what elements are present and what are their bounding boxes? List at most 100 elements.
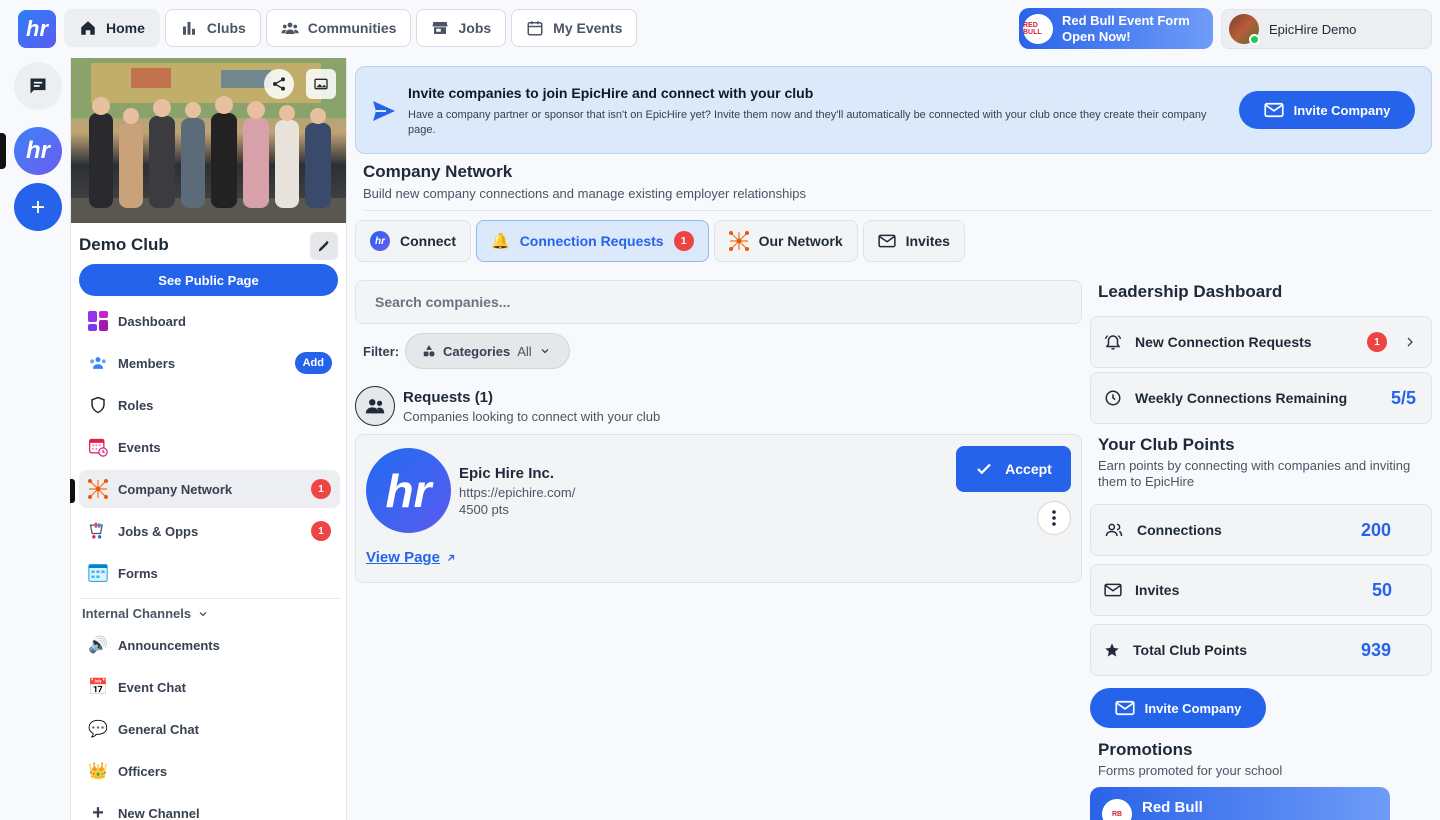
- page-title: Company Network: [363, 162, 513, 181]
- view-page-link[interactable]: View Page: [366, 549, 457, 566]
- messages-button[interactable]: [14, 62, 62, 110]
- promo-line-2: Open Now!: [1062, 28, 1131, 44]
- add-club-button[interactable]: [14, 183, 62, 231]
- sidebar-item-events[interactable]: Events: [79, 428, 340, 466]
- nav-home[interactable]: Home: [64, 9, 160, 47]
- leadership-dashboard-title: Leadership Dashboard: [1098, 282, 1283, 301]
- categories-label: Categories: [443, 343, 511, 359]
- new-connection-requests-card[interactable]: New Connection Requests 1: [1090, 316, 1432, 368]
- nav-home-label: Home: [106, 20, 145, 36]
- nav-my-events[interactable]: My Events: [511, 9, 638, 47]
- red-bull-logo: RB: [1102, 799, 1132, 820]
- invite-company-label: Invite Company: [1293, 102, 1391, 118]
- users-icon: [281, 22, 299, 34]
- bell-icon: 🔔: [491, 233, 510, 250]
- nav-jobs[interactable]: Jobs: [416, 9, 507, 47]
- notification-badge: 1: [311, 479, 331, 499]
- tab-connection-requests[interactable]: 🔔 Connection Requests 1: [476, 220, 709, 262]
- app-logo[interactable]: hr: [18, 10, 56, 48]
- internal-channels-header[interactable]: Internal Channels: [82, 606, 209, 621]
- club-points-title: Your Club Points: [1098, 435, 1235, 454]
- edit-club-button[interactable]: [310, 232, 338, 260]
- sidebar-item-label: Forms: [118, 565, 158, 581]
- mail-icon: [1115, 700, 1135, 716]
- tab-invites[interactable]: Invites: [862, 220, 965, 262]
- channel-label: Officers: [118, 763, 168, 779]
- banner-description: Have a company partner or sponsor that i…: [408, 109, 1207, 136]
- speaker-icon: 🔊: [88, 637, 108, 654]
- sidebar-item-roles[interactable]: Roles: [79, 386, 340, 424]
- epichire-icon: hr: [370, 231, 390, 251]
- shapes-icon: [423, 345, 435, 357]
- channel-label: Event Chat: [118, 679, 186, 695]
- forms-icon: [88, 563, 108, 583]
- total-points-label: Total Club Points: [1133, 642, 1248, 658]
- tab-our-network[interactable]: Our Network: [713, 220, 858, 262]
- sidebar-item-label: Dashboard: [118, 313, 186, 329]
- home-icon: [81, 21, 95, 35]
- weekly-connections-card: Weekly Connections Remaining 5/5: [1090, 372, 1432, 424]
- change-cover-button[interactable]: [306, 69, 336, 99]
- sidebar-item-label: Company Network: [118, 481, 233, 497]
- sidebar-item-members[interactable]: Members Add: [79, 344, 340, 382]
- weekly-label: Weekly Connections Remaining: [1135, 390, 1348, 406]
- store-icon: [432, 22, 448, 34]
- see-public-page-button[interactable]: See Public Page: [79, 264, 338, 296]
- avatar: [1229, 14, 1260, 45]
- calendar-icon: [527, 21, 543, 36]
- channel-general-chat[interactable]: 💬 General Chat: [79, 710, 340, 748]
- notification-badge: 1: [673, 231, 694, 251]
- tab-connect[interactable]: hr Connect: [355, 220, 471, 262]
- club-switcher-demo-club[interactable]: hr: [14, 127, 62, 175]
- top-navigation: Home Clubs Communities Jobs My Events: [64, 9, 638, 47]
- sidebar-item-forms[interactable]: Forms: [79, 554, 340, 592]
- group-photo-illustration: [71, 58, 346, 223]
- share-button[interactable]: [264, 69, 294, 99]
- nav-communities[interactable]: Communities: [265, 9, 412, 47]
- kebab-menu-icon: [1052, 510, 1056, 526]
- search-companies-input[interactable]: Search companies...: [355, 280, 1082, 324]
- chevron-down-icon: [541, 349, 549, 354]
- channel-officers[interactable]: 👑 Officers: [79, 752, 340, 790]
- nav-clubs[interactable]: Clubs: [164, 9, 261, 47]
- menu-selection-indicator: [70, 479, 75, 503]
- sidebar-item-dashboard[interactable]: Dashboard: [79, 302, 340, 340]
- tab-label: Connection Requests: [519, 233, 664, 249]
- image-icon: [314, 78, 328, 90]
- channel-list: 🔊 Announcements 📅 Event Chat 💬 General C…: [79, 626, 340, 820]
- red-bull-promo-button[interactable]: RED BULL Red Bull Event Form Open Now!: [1019, 8, 1213, 49]
- sidebar-item-label: Roles: [118, 397, 154, 413]
- chevron-right-icon: [1407, 337, 1413, 347]
- chevron-down-icon: [199, 611, 207, 616]
- requests-title: Requests (1): [403, 389, 494, 406]
- group-icon: [355, 386, 395, 426]
- club-menu: Dashboard Members Add Roles Events Compa…: [79, 302, 340, 596]
- categories-dropdown[interactable]: Categories All: [405, 333, 570, 369]
- promotion-card-red-bull[interactable]: RB Red Bull: [1090, 787, 1390, 820]
- tab-label: Our Network: [758, 233, 843, 249]
- channel-announcements[interactable]: 🔊 Announcements: [79, 626, 340, 664]
- promotion-card-title: Red Bull: [1142, 799, 1203, 816]
- users-icon: [1105, 523, 1123, 537]
- more-options-button[interactable]: [1037, 501, 1071, 535]
- calendar-icon: 📅: [88, 679, 108, 696]
- channel-event-chat[interactable]: 📅 Event Chat: [79, 668, 340, 706]
- user-menu-button[interactable]: EpicHire Demo: [1221, 9, 1432, 49]
- sidebar-item-label: Events: [118, 439, 161, 455]
- sidebar-item-company-network[interactable]: Company Network 1: [79, 470, 340, 508]
- tab-label: Invites: [905, 233, 950, 249]
- user-name: EpicHire Demo: [1269, 21, 1357, 37]
- sidebar-item-jobs-opps[interactable]: Jobs & Opps 1: [79, 512, 340, 550]
- accept-label: Accept: [1005, 461, 1052, 477]
- add-member-button[interactable]: Add: [294, 352, 332, 374]
- invite-company-button[interactable]: Invite Company: [1239, 91, 1415, 129]
- channel-label: General Chat: [118, 721, 199, 737]
- invite-company-button-secondary[interactable]: Invite Company: [1090, 688, 1266, 728]
- accept-button[interactable]: Accept: [956, 446, 1071, 492]
- new-channel-button[interactable]: + New Channel: [79, 794, 340, 820]
- search-placeholder: Search companies...: [375, 294, 511, 310]
- members-icon: [88, 353, 108, 373]
- connections-label: Connections: [1137, 522, 1222, 538]
- mail-icon: [1264, 102, 1284, 118]
- bar-chart-icon: [182, 22, 195, 35]
